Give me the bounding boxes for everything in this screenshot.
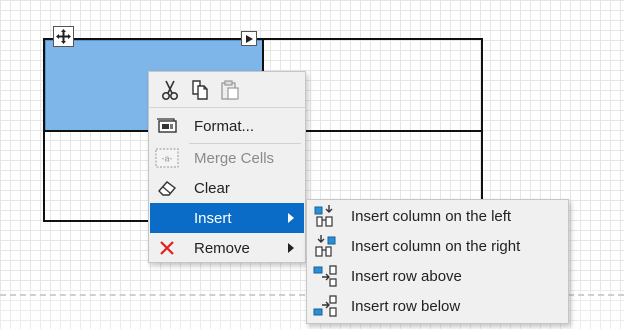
- cut-button[interactable]: [157, 77, 183, 103]
- table-move-handle[interactable]: [53, 26, 74, 47]
- scissors-icon: [161, 80, 179, 100]
- menu-item-format[interactable]: Format...: [150, 111, 304, 141]
- clipboard-toolbar: [149, 72, 305, 108]
- submenu-item-insert-column-left[interactable]: Insert column on the left: [308, 201, 568, 231]
- column-menu-handle[interactable]: [241, 31, 257, 46]
- menu-item-label: Insert: [194, 209, 232, 227]
- submenu-arrow-icon: [288, 243, 294, 253]
- paste-button[interactable]: [217, 77, 243, 103]
- menu-item-insert[interactable]: Insert: [150, 203, 304, 233]
- insert-column-left-icon: [312, 203, 338, 229]
- submenu-item-label: Insert column on the left: [351, 207, 512, 225]
- context-menu: Format... -a- Merge Cells Clear Insert R…: [148, 71, 306, 263]
- copy-button[interactable]: [187, 77, 213, 103]
- menu-item-label: Clear: [194, 179, 230, 197]
- submenu-arrow-icon: [288, 213, 294, 223]
- insert-submenu: Insert column on the left Insert column …: [306, 199, 569, 324]
- format-icon: [154, 114, 180, 138]
- red-x-icon: [154, 236, 180, 260]
- insert-row-below-icon: [312, 293, 338, 319]
- menu-item-merge-cells: -a- Merge Cells: [150, 143, 304, 173]
- menu-item-remove[interactable]: Remove: [150, 233, 304, 263]
- play-arrow-icon: [246, 34, 253, 43]
- menu-item-clear[interactable]: Clear: [150, 173, 304, 203]
- insert-row-above-icon: [312, 263, 338, 289]
- paste-icon: [221, 79, 239, 100]
- menu-item-label: Format...: [194, 117, 255, 135]
- submenu-item-label: Insert row above: [351, 267, 462, 285]
- submenu-item-label: Insert column on the right: [351, 237, 521, 255]
- move-arrows-icon: [56, 29, 71, 44]
- merge-cells-icon: -a-: [154, 146, 180, 170]
- menu-item-label: Merge Cells: [194, 149, 275, 167]
- submenu-item-insert-row-below[interactable]: Insert row below: [308, 291, 568, 321]
- insert-blank-icon: [154, 206, 180, 230]
- insert-column-right-icon: [312, 233, 338, 259]
- submenu-item-insert-row-above[interactable]: Insert row above: [308, 261, 568, 291]
- copy-icon: [192, 79, 208, 100]
- svg-text:-a-: -a-: [162, 154, 173, 164]
- eraser-icon: [154, 176, 180, 200]
- submenu-item-label: Insert row below: [351, 297, 461, 315]
- submenu-item-insert-column-right[interactable]: Insert column on the right: [308, 231, 568, 261]
- menu-item-label: Remove: [194, 239, 250, 257]
